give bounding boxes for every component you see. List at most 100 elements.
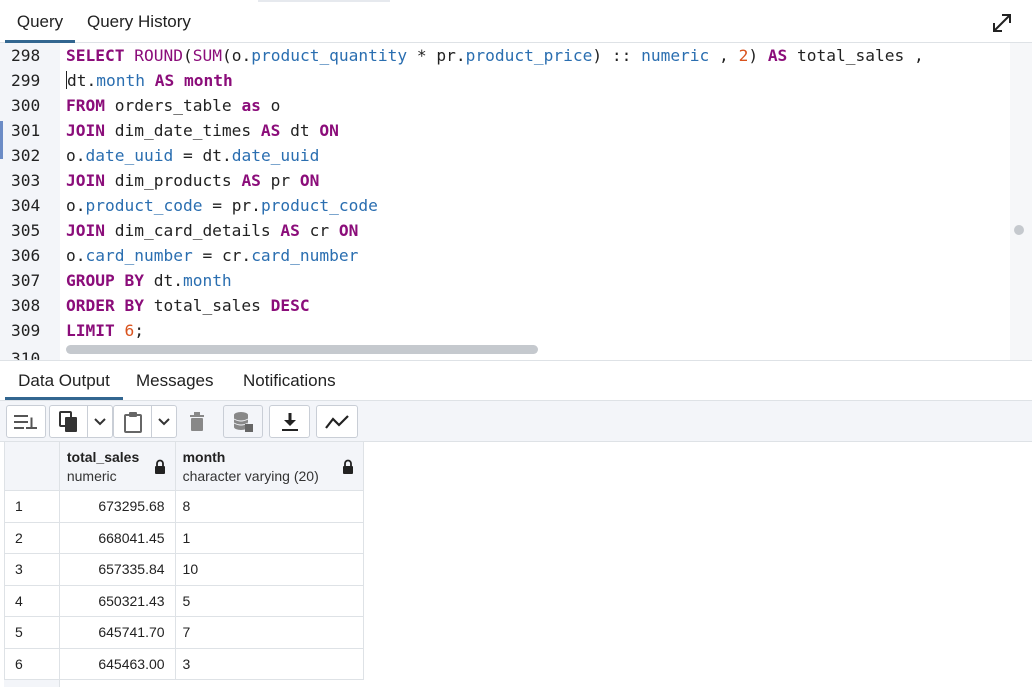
paste-icon <box>123 411 142 433</box>
code-line[interactable]: 300 FROM orders_table as o <box>0 93 1010 118</box>
line-number: 303 <box>11 171 41 190</box>
line-number: 301 <box>11 121 41 140</box>
paste-button[interactable] <box>113 405 152 438</box>
code-text[interactable]: o.card_number = cr.card_number <box>66 243 358 268</box>
code-line[interactable]: 307 GROUP BY dt.month <box>0 268 1010 293</box>
copy-options-dropdown[interactable] <box>87 405 113 438</box>
row-number-header[interactable] <box>5 442 60 490</box>
tab-notifications[interactable]: Notifications <box>243 362 336 400</box>
expand-icon[interactable] <box>991 12 1013 34</box>
data-output-toolbar <box>0 401 1032 442</box>
cell-month[interactable]: 7 <box>176 617 364 648</box>
code-line[interactable]: 303 JOIN dim_products AS pr ON <box>0 168 1010 193</box>
column-header-total-sales[interactable]: total_sales numeric <box>60 442 176 490</box>
code-line[interactable]: 301 JOIN dim_date_times AS dt ON <box>0 118 1010 143</box>
table-row[interactable]: 4 650321.43 5 <box>5 585 364 617</box>
tab-query[interactable]: Query <box>5 0 75 43</box>
grid-header-row: total_sales numeric month character vary… <box>5 442 364 491</box>
output-tab-bar: Data Output Messages Notifications <box>0 362 1032 401</box>
cell-month[interactable]: 5 <box>176 585 364 616</box>
cell-month[interactable]: 3 <box>176 648 364 679</box>
line-number: 308 <box>11 296 41 315</box>
delete-button[interactable] <box>179 405 215 438</box>
table-row[interactable]: 1 673295.68 8 <box>5 491 364 523</box>
top-strip <box>258 0 390 2</box>
row-number[interactable]: 5 <box>5 617 60 648</box>
code-line[interactable]: 302 o.date_uuid = dt.date_uuid <box>0 143 1010 168</box>
code-text[interactable]: GROUP BY dt.month <box>66 268 232 293</box>
graph-visualiser-button[interactable] <box>316 405 358 438</box>
cell-total-sales[interactable]: 645463.00 <box>60 648 176 679</box>
line-number: 298 <box>11 46 41 65</box>
code-text[interactable]: o.product_code = pr.product_code <box>66 193 378 218</box>
row-number[interactable]: 4 <box>5 585 60 616</box>
cell-total-sales[interactable]: 668041.45 <box>60 522 176 553</box>
line-number: 309 <box>11 321 41 340</box>
code-line[interactable]: 309 LIMIT 6; <box>0 318 1010 343</box>
code-line[interactable]: 298 SELECT ROUND(SUM(o.product_quantity *… <box>0 43 1010 68</box>
chevron-down-icon <box>94 417 106 425</box>
column-type: numeric <box>66 467 117 484</box>
delete-icon <box>190 411 204 431</box>
graph-icon <box>325 414 349 429</box>
code-text[interactable]: dt.month AS month <box>66 68 233 93</box>
table-row[interactable]: 6 645463.00 3 <box>5 648 364 680</box>
code-line[interactable]: 299 dt.month AS month <box>0 68 1010 93</box>
row-number[interactable]: 1 <box>5 491 60 522</box>
editor-scrollbar-track[interactable] <box>1010 43 1032 360</box>
column-name: total_sales <box>66 448 140 465</box>
code-text[interactable]: JOIN dim_card_details AS cr ON <box>66 218 358 243</box>
save-data-icon <box>233 411 253 432</box>
code-text[interactable]: o.date_uuid = dt.date_uuid <box>66 143 319 168</box>
tab-query-history[interactable]: Query History <box>87 0 191 43</box>
cell-total-sales[interactable]: 657335.84 <box>60 554 176 585</box>
paste-options-dropdown[interactable] <box>151 405 177 438</box>
table-row[interactable]: 2 668041.45 1 <box>5 522 364 554</box>
line-number: 302 <box>11 146 41 165</box>
add-row-button[interactable] <box>6 405 46 438</box>
column-name: month <box>182 448 226 465</box>
copy-button[interactable] <box>49 405 88 438</box>
download-button[interactable] <box>269 405 310 438</box>
cell-month[interactable]: 1 <box>176 522 364 553</box>
line-number: 304 <box>11 196 41 215</box>
add-row-icon <box>14 414 37 429</box>
save-data-button[interactable] <box>223 405 263 438</box>
row-number[interactable]: 6 <box>5 648 60 679</box>
row-number-column-tail <box>4 680 60 687</box>
code-text[interactable]: ORDER BY total_sales DESC <box>66 293 310 318</box>
code-text[interactable]: JOIN dim_date_times AS dt ON <box>66 118 339 143</box>
row-number[interactable]: 2 <box>5 522 60 553</box>
code-text[interactable]: SELECT ROUND(SUM(o.product_quantity * pr… <box>66 43 924 68</box>
code-text[interactable]: JOIN dim_products AS pr ON <box>66 168 319 193</box>
lock-icon <box>343 459 353 474</box>
code-text[interactable]: FROM orders_table as o <box>66 93 280 118</box>
column-type: character varying (20) <box>182 467 319 484</box>
sql-editor[interactable]: 298 SELECT ROUND(SUM(o.product_quantity *… <box>0 43 1032 361</box>
code-text[interactable]: LIMIT 6; <box>66 318 144 343</box>
horizontal-scrollbar[interactable] <box>66 345 538 354</box>
code-line[interactable]: 306 o.card_number = cr.card_number <box>0 243 1010 268</box>
tab-data-output[interactable]: Data Output <box>5 362 123 400</box>
table-row[interactable]: 3 657335.84 10 <box>5 554 364 586</box>
lock-icon <box>154 459 165 474</box>
code-line[interactable]: 304 o.product_code = pr.product_code <box>0 193 1010 218</box>
line-number: 299 <box>11 71 41 90</box>
line-number: 300 <box>11 96 41 115</box>
cell-total-sales[interactable]: 673295.68 <box>60 491 176 522</box>
table-row[interactable]: 5 645741.70 7 <box>5 617 364 649</box>
result-grid[interactable]: total_sales numeric month character vary… <box>4 442 364 680</box>
row-number[interactable]: 3 <box>5 554 60 585</box>
cell-total-sales[interactable]: 645741.70 <box>60 617 176 648</box>
vertical-scrollbar-thumb[interactable] <box>1014 225 1024 235</box>
column-header-month[interactable]: month character varying (20) <box>176 442 364 490</box>
cell-total-sales[interactable]: 650321.43 <box>60 585 176 616</box>
query-tab-bar: Query Query History <box>0 0 1032 43</box>
code-line[interactable]: 308 ORDER BY total_sales DESC <box>0 293 1010 318</box>
text-cursor <box>66 71 67 89</box>
cell-month[interactable]: 10 <box>176 554 364 585</box>
tab-messages[interactable]: Messages <box>136 362 213 400</box>
cell-month[interactable]: 8 <box>176 491 364 522</box>
download-icon <box>281 412 298 431</box>
code-line[interactable]: 305 JOIN dim_card_details AS cr ON <box>0 218 1010 243</box>
